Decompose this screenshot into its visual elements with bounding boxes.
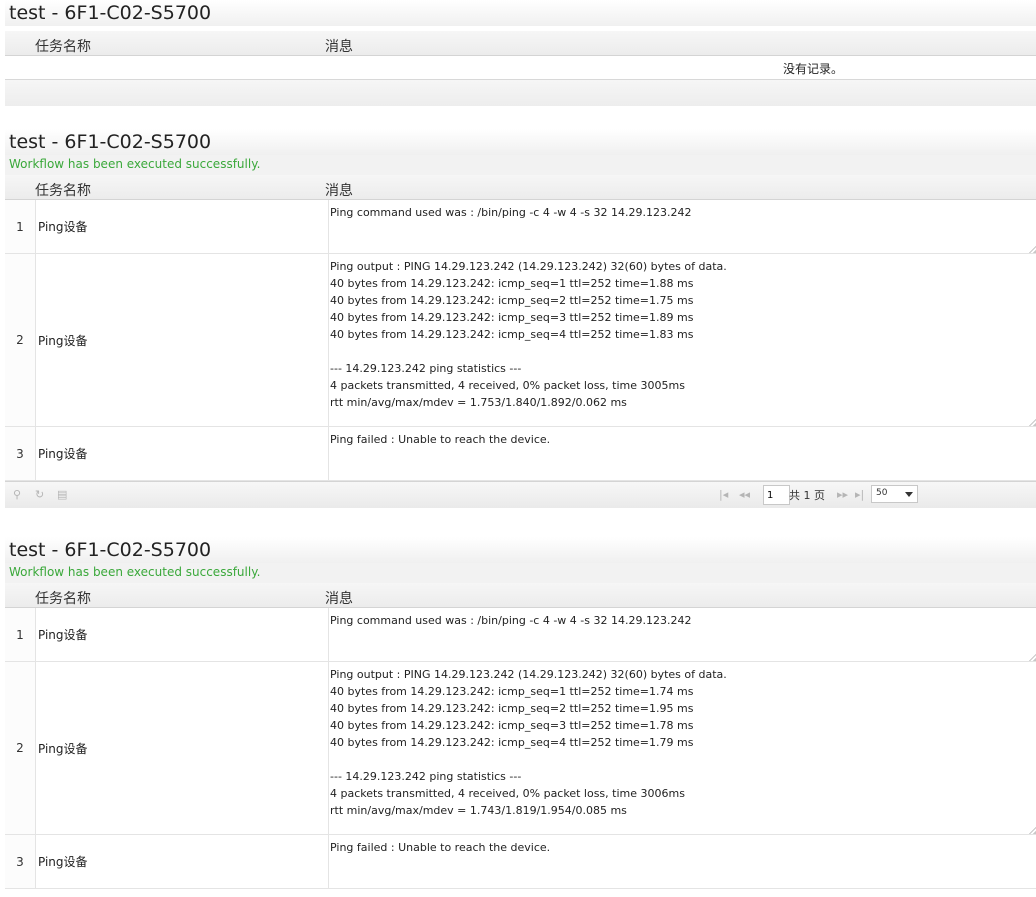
- task-message: Ping output : PING 14.29.123.242 (14.29.…: [330, 668, 727, 817]
- panel-title: test - 6F1-C02-S5700: [5, 0, 1036, 26]
- row-number: 1: [5, 608, 36, 661]
- panel-footer: [5, 80, 1036, 106]
- refresh-icon[interactable]: ↻: [35, 488, 44, 501]
- workflow-panel-1: test - 6F1-C02-S5700 任务名称 消息 没有记录。: [5, 0, 1036, 106]
- task-message: Ping failed : Unable to reach the device…: [330, 433, 551, 446]
- page-size-value: 50: [876, 488, 888, 498]
- row-number: 3: [5, 427, 36, 480]
- column-header-message[interactable]: 消息: [325, 36, 353, 56]
- column-header-task-name[interactable]: 任务名称: [35, 180, 91, 200]
- column-header-row: 任务名称 消息: [5, 583, 1036, 608]
- task-name: Ping设备: [35, 835, 329, 888]
- panel-title: test - 6F1-C02-S5700: [5, 129, 1036, 155]
- table-row[interactable]: 2 Ping设备 Ping output : PING 14.29.123.24…: [5, 254, 1036, 427]
- resize-grip-icon[interactable]: [1028, 826, 1036, 834]
- chevron-down-icon: [905, 492, 913, 497]
- row-number: 1: [5, 200, 36, 253]
- task-name: Ping设备: [35, 254, 329, 426]
- columns-icon[interactable]: ▤: [57, 488, 67, 501]
- column-header-task-name[interactable]: 任务名称: [35, 588, 91, 608]
- task-message: Ping command used was : /bin/ping -c 4 -…: [330, 614, 692, 627]
- task-message: Ping command used was : /bin/ping -c 4 -…: [330, 206, 692, 219]
- status-message: Workflow has been executed successfully.: [5, 563, 1036, 583]
- pager-toolbar: ⚲ ↻ ▤ |◂ ◂◂ 共 1 页 ▸▸ ▸| 50: [5, 481, 1036, 508]
- empty-row: 没有记录。: [5, 56, 1036, 80]
- status-message: Workflow has been executed successfully.: [5, 155, 1036, 175]
- task-name: Ping设备: [35, 427, 329, 480]
- row-number: 2: [5, 254, 36, 426]
- task-message: Ping failed : Unable to reach the device…: [330, 841, 551, 854]
- first-page-icon[interactable]: |◂: [719, 488, 728, 501]
- task-name: Ping设备: [35, 662, 329, 834]
- table-row[interactable]: 2 Ping设备 Ping output : PING 14.29.123.24…: [5, 662, 1036, 835]
- task-message: Ping output : PING 14.29.123.242 (14.29.…: [330, 260, 727, 409]
- task-name: Ping设备: [35, 200, 329, 253]
- resize-grip-icon[interactable]: [1028, 418, 1036, 426]
- panel-title: test - 6F1-C02-S5700: [5, 537, 1036, 563]
- search-icon[interactable]: ⚲: [13, 488, 21, 501]
- page-size-select[interactable]: 50: [871, 485, 918, 503]
- workflow-panel-2: test - 6F1-C02-S5700 Workflow has been e…: [5, 129, 1036, 508]
- table-row[interactable]: 3 Ping设备 Ping failed : Unable to reach t…: [5, 835, 1036, 889]
- empty-text: 没有记录。: [783, 62, 844, 76]
- last-page-icon[interactable]: ▸|: [855, 488, 864, 501]
- column-header-message[interactable]: 消息: [325, 180, 353, 200]
- workflow-panel-3: test - 6F1-C02-S5700 Workflow has been e…: [5, 537, 1036, 889]
- page-total: 共 1 页: [789, 489, 825, 502]
- column-header-task-name[interactable]: 任务名称: [35, 36, 91, 56]
- table-row[interactable]: 1 Ping设备 Ping command used was : /bin/pi…: [5, 200, 1036, 254]
- column-header-row: 任务名称 消息: [5, 31, 1036, 56]
- prev-page-icon[interactable]: ◂◂: [739, 488, 750, 501]
- row-number: 2: [5, 662, 36, 834]
- page-number-input[interactable]: [763, 485, 790, 505]
- resize-grip-icon[interactable]: [1028, 653, 1036, 661]
- column-header-message[interactable]: 消息: [325, 588, 353, 608]
- next-page-icon[interactable]: ▸▸: [837, 488, 848, 501]
- column-header-row: 任务名称 消息: [5, 175, 1036, 200]
- resize-grip-icon[interactable]: [1028, 245, 1036, 253]
- table-row[interactable]: 3 Ping设备 Ping failed : Unable to reach t…: [5, 427, 1036, 481]
- task-name: Ping设备: [35, 608, 329, 661]
- table-row[interactable]: 1 Ping设备 Ping command used was : /bin/pi…: [5, 608, 1036, 662]
- row-number: 3: [5, 835, 36, 888]
